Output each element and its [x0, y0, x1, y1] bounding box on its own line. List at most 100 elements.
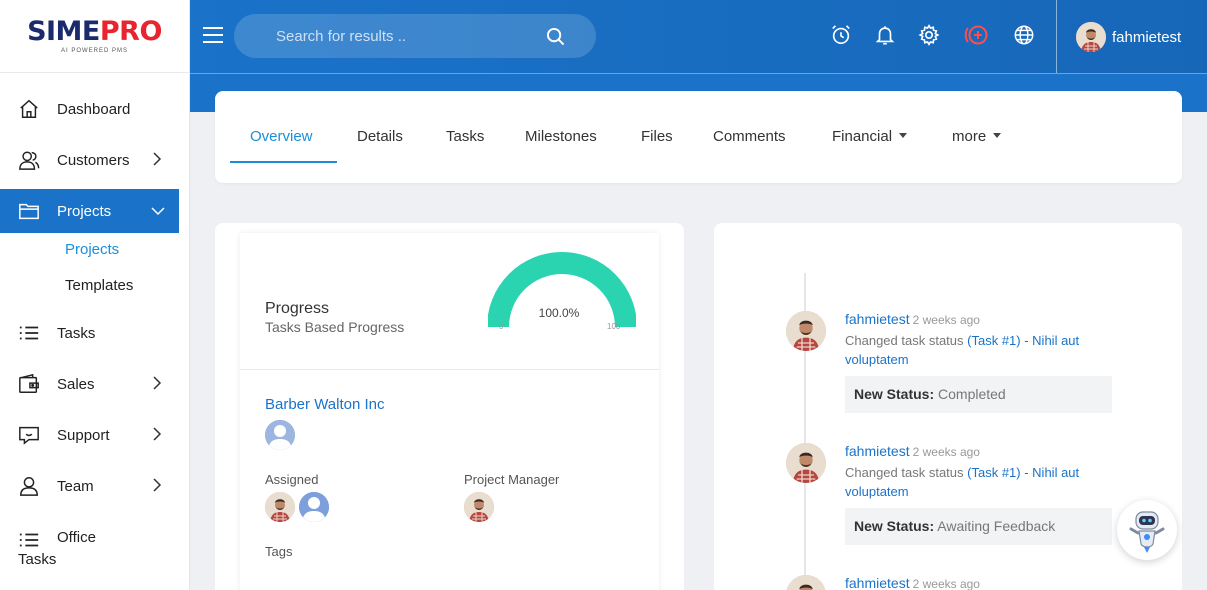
sidebar-item-label: Tasks	[57, 324, 96, 342]
progress-subtitle: Tasks Based Progress	[265, 319, 405, 335]
logo-text-part1: SIME	[27, 16, 100, 47]
project-summary: Progress Tasks Based Progress 100.0% 0 1…	[240, 233, 659, 590]
robot-icon	[1129, 511, 1165, 553]
chevron-right-icon	[153, 427, 162, 441]
user-icon	[20, 477, 38, 496]
sidebar: SIMEPRO AI POWERED PMS Dashboard Custome…	[0, 0, 190, 590]
activity-time: 2 weeks ago	[912, 445, 980, 459]
status-value: Completed	[938, 386, 1006, 402]
alarm-clock-icon[interactable]	[830, 24, 852, 46]
tab-overview[interactable]: Overview	[250, 128, 313, 145]
sidebar-item-sales[interactable]: Sales	[0, 362, 179, 406]
sidebar-item-label: Office	[57, 529, 96, 546]
activity-avatar	[786, 311, 826, 351]
sidebar-item-projects[interactable]: Projects	[0, 189, 179, 233]
sidebar-item-label: Dashboard	[57, 100, 131, 118]
gear-icon[interactable]	[918, 24, 940, 46]
assistant-bot-button[interactable]	[1117, 500, 1177, 560]
activity-description: Changed task status (Task #1) - Nihil au…	[845, 463, 1125, 501]
gauge-min-label: 0	[499, 322, 504, 331]
add-circle-icon[interactable]	[963, 23, 991, 47]
sidebar-item-label: Support	[57, 426, 110, 444]
tab-tasks[interactable]: Tasks	[446, 128, 484, 145]
activity-description: Changed task status (Task #1) - Nihil au…	[845, 331, 1125, 369]
sidebar-item-team[interactable]: Team	[0, 464, 179, 508]
logo[interactable]: SIMEPRO AI POWERED PMS	[0, 0, 189, 73]
progress-title: Progress	[265, 300, 330, 317]
folder-icon	[19, 203, 39, 220]
project-tabs: Overview Details Tasks Milestones Files …	[215, 91, 1182, 183]
customer-avatar	[265, 420, 295, 450]
sidebar-item-label: Sales	[57, 375, 95, 393]
activity-user-name: fahmietest	[845, 311, 910, 327]
tab-details[interactable]: Details	[357, 128, 403, 145]
customer-link[interactable]: Barber Walton Inc	[265, 396, 385, 413]
chevron-right-icon	[153, 478, 162, 492]
status-value: Awaiting Feedback	[937, 518, 1056, 534]
sidebar-item-label: Team	[57, 477, 94, 495]
chevron-down-icon	[151, 207, 165, 216]
tags-label: Tags	[265, 544, 293, 559]
sidebar-item-office-tasks[interactable]: Office Tasks	[0, 523, 179, 573]
project-overview-card: Progress Tasks Based Progress 100.0% 0 1…	[215, 223, 684, 590]
project-manager-avatar[interactable]	[464, 492, 494, 522]
tab-financial[interactable]: Financial	[832, 128, 908, 145]
search-input[interactable]	[234, 14, 534, 58]
logo-tagline: AI POWERED PMS	[60, 48, 128, 54]
user-name: fahmietest	[1112, 28, 1182, 46]
tab-milestones[interactable]: Milestones	[525, 128, 597, 145]
assigned-label: Assigned	[265, 472, 319, 487]
status-box: New Status: Awaiting Feedback	[845, 508, 1112, 545]
sidebar-item-label-line2: Tasks	[18, 551, 57, 568]
list-icon	[19, 326, 39, 340]
chevron-right-icon	[153, 152, 162, 166]
avatar	[1076, 22, 1106, 52]
search-icon[interactable]	[546, 27, 565, 46]
tab-more[interactable]: more	[952, 128, 1002, 145]
wallet-icon	[19, 373, 39, 393]
tab-financial-label: Financial	[832, 128, 893, 145]
logo-text-part2: PRO	[99, 16, 163, 47]
activity-user[interactable]: fahmietest 2 weeks ago	[845, 575, 980, 590]
activity-user-name: fahmietest	[845, 443, 910, 459]
chat-icon	[19, 426, 39, 445]
active-tab-indicator	[230, 161, 337, 163]
gauge-max-label: 100	[607, 322, 621, 331]
top-header: fahmietest	[190, 0, 1207, 73]
assignee-avatar[interactable]	[265, 492, 295, 522]
activity-user-name: fahmietest	[845, 575, 910, 590]
status-label: New Status:	[854, 386, 935, 402]
status-box: New Status: Completed	[845, 376, 1112, 413]
list-icon	[19, 533, 39, 547]
sidebar-item-customers[interactable]: Customers	[0, 138, 179, 182]
activity-avatar	[786, 443, 826, 483]
caret-down-icon	[993, 132, 1002, 138]
sidebar-item-tasks[interactable]: Tasks	[0, 311, 179, 355]
sidebar-subitem-templates[interactable]: Templates	[65, 277, 133, 294]
header-divider	[1056, 0, 1057, 73]
activity-action: Changed task status	[845, 333, 964, 348]
activity-feed: fahmietest 2 weeks ago Changed task statu…	[714, 223, 1182, 590]
bell-icon[interactable]	[874, 24, 896, 46]
progress-value: 100.0%	[538, 306, 580, 320]
sidebar-subitem-projects[interactable]: Projects	[65, 241, 119, 258]
activity-user[interactable]: fahmietest 2 weeks ago	[845, 443, 980, 459]
sidebar-item-support[interactable]: Support	[0, 413, 179, 457]
tab-comments[interactable]: Comments	[713, 128, 786, 145]
caret-down-icon	[899, 132, 908, 138]
sidebar-item-dashboard[interactable]: Dashboard	[0, 87, 179, 131]
tab-files[interactable]: Files	[641, 128, 673, 145]
activity-time: 2 weeks ago	[912, 313, 980, 327]
activity-user[interactable]: fahmietest 2 weeks ago	[845, 311, 980, 327]
user-menu[interactable]: fahmietest	[1076, 22, 1181, 52]
activity-time: 2 weeks ago	[912, 577, 980, 590]
divider	[240, 369, 659, 370]
project-manager-label: Project Manager	[464, 472, 560, 487]
globe-icon[interactable]	[1013, 24, 1035, 46]
activity-action: Changed task status	[845, 465, 964, 480]
activity-avatar	[786, 575, 826, 590]
assignee-avatar[interactable]	[299, 492, 329, 522]
users-icon	[19, 151, 40, 170]
chevron-right-icon	[153, 376, 162, 390]
menu-icon[interactable]	[202, 25, 224, 45]
